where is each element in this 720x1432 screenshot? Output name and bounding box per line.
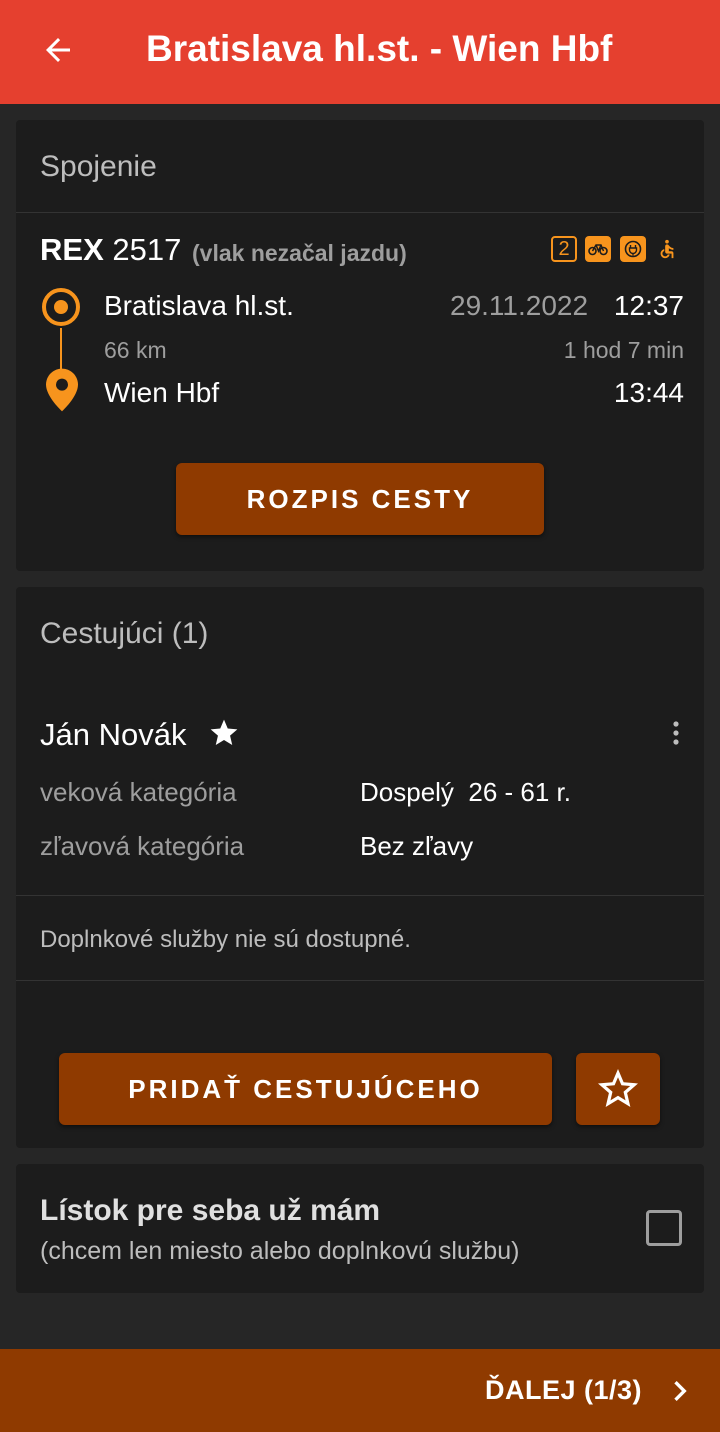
passenger-menu-button[interactable] — [660, 715, 692, 751]
origin-marker-icon — [42, 288, 80, 326]
to-station: Wien Hbf — [104, 377, 220, 408]
bicycle-icon — [585, 236, 611, 262]
passenger-name: Ján Novák — [40, 717, 187, 752]
age-category-value: Dospelý 26 - 61 r. — [360, 777, 571, 807]
connection-header: Spojenie — [40, 150, 157, 183]
add-passenger-button[interactable]: PRIDAŤ CESTUJÚCEHO — [59, 1053, 552, 1125]
train-number: 2517 — [112, 232, 182, 267]
discount-category-label: zľavová kategória — [40, 831, 245, 861]
favorite-star-icon — [210, 719, 238, 745]
second-class-icon: 2 — [551, 236, 577, 262]
duration: 1 hod 7 min — [563, 337, 684, 363]
arrow-left-icon — [46, 38, 70, 62]
travel-date: 29.11.2022 — [450, 290, 589, 321]
divider — [16, 212, 704, 213]
own-ticket-subtitle: (chcem len miesto alebo doplnkovú službu… — [40, 1237, 520, 1265]
arrival-time: 13:44 — [613, 377, 684, 408]
destination-pin-icon — [46, 368, 78, 412]
divider — [16, 895, 704, 896]
route-details-button[interactable]: ROZPIS CESTY — [176, 463, 544, 535]
next-button[interactable]: ĎALEJ (1/3) — [485, 1349, 700, 1432]
passengers-header: Cestujúci (1) — [40, 617, 209, 650]
from-station: Bratislava hl.st. — [104, 290, 294, 321]
own-ticket-checkbox[interactable] — [646, 1210, 682, 1246]
back-button[interactable] — [30, 22, 86, 78]
age-category-label: veková kategória — [40, 777, 237, 807]
app-bar: Bratislava hl.st. - Wien Hbf — [0, 0, 720, 104]
page-title: Bratislava hl.st. - Wien Hbf — [146, 28, 613, 69]
connection-card: Spojenie REX 2517 (vlak nezačal jazdu) 2 — [16, 120, 704, 571]
next-label: ĎALEJ (1/3) — [484, 1375, 642, 1405]
passengers-card: Cestujúci (1) Ján Novák veková kategória… — [16, 587, 704, 1148]
add-favorite-passenger-button[interactable] — [576, 1053, 660, 1125]
more-vertical-icon — [673, 721, 679, 745]
divider — [16, 980, 704, 981]
train-name: REX 2517 — [40, 232, 181, 268]
train-type: REX — [40, 232, 104, 267]
chevron-right-icon — [674, 1380, 687, 1401]
departure-time: 12:37 — [613, 290, 684, 321]
power-socket-icon — [620, 236, 646, 262]
own-ticket-title: Lístok pre seba už mám — [40, 1194, 381, 1227]
bottom-bar: ĎALEJ (1/3) — [0, 1349, 720, 1432]
wheelchair-icon — [654, 236, 680, 262]
distance: 66 km — [104, 337, 167, 363]
own-ticket-card[interactable]: Lístok pre seba už mám (chcem len miesto… — [16, 1164, 704, 1293]
train-status: (vlak nezačal jazdu) — [192, 240, 407, 266]
star-outline-icon — [598, 1069, 638, 1107]
services-note: Doplnkové služby nie sú dostupné. — [40, 926, 411, 953]
discount-category-value: Bez zľavy — [360, 831, 474, 861]
